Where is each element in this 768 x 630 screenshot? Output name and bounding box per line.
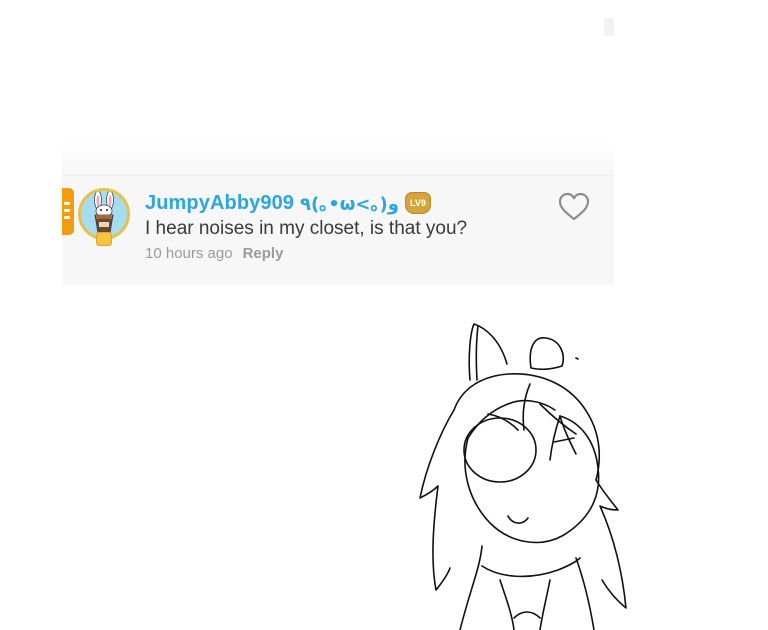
comment-card: JumpyAbby909 ٩(｡•ω<｡)و LV9 I hear noises…	[62, 175, 614, 285]
edge-mark	[604, 18, 614, 36]
comment-text: I hear noises in my closet, is that you?	[145, 218, 468, 239]
blank-area	[62, 0, 614, 175]
reply-button[interactable]: Reply	[243, 245, 284, 262]
heart-outline-icon	[558, 192, 590, 221]
username-kaomoji: ٩(｡•ω<｡)و	[300, 194, 399, 215]
username-row: JumpyAbby909 ٩(｡•ω<｡)و LV9	[145, 191, 431, 215]
comment-timestamp: 10 hours ago	[145, 245, 233, 262]
like-button[interactable]	[557, 191, 591, 223]
screenshot-page: JumpyAbby909 ٩(｡•ω<｡)و LV9 I hear noises…	[0, 0, 768, 630]
comment-meta: 10 hours ago Reply	[145, 245, 283, 262]
avatar-frame-badge-icon	[96, 232, 112, 246]
bunny-avatar-icon	[81, 191, 127, 237]
username-link[interactable]: JumpyAbby909	[145, 192, 294, 215]
menu-tab-icon[interactable]	[62, 188, 74, 235]
level-badge-icon: LV9	[404, 192, 431, 214]
hand-drawn-character-sketch	[419, 323, 627, 630]
